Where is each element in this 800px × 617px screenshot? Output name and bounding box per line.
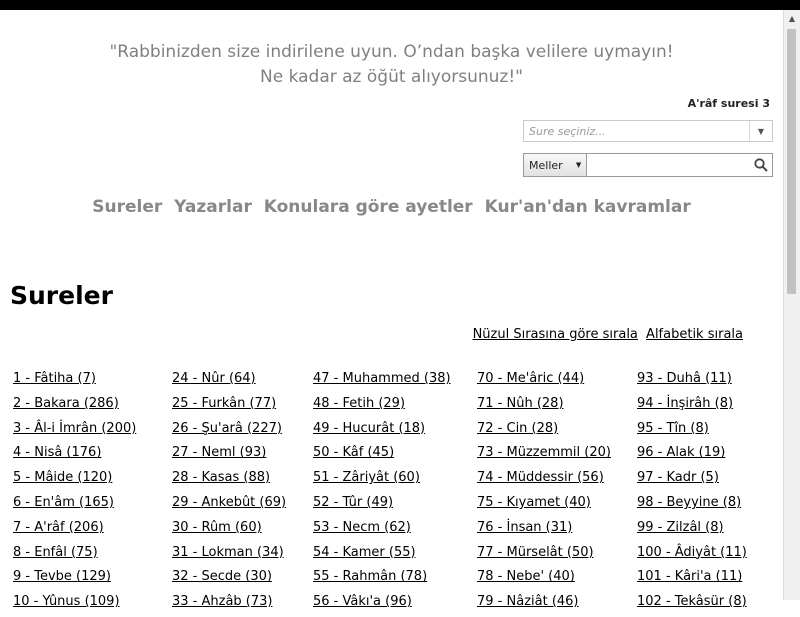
sure-link[interactable]: 52 - Tûr (49) (313, 493, 451, 518)
sure-link[interactable]: 100 - Âdiyât (11) (637, 543, 747, 568)
search-input[interactable] (587, 154, 751, 176)
sure-column-2: 24 - Nûr (64) 25 - Furkân (77) 26 - Şu'a… (172, 369, 286, 617)
sure-link[interactable]: 47 - Muhammed (38) (313, 369, 451, 394)
search-bar: Meller ▼ (523, 153, 773, 177)
sure-link[interactable]: 56 - Vâkı'a (96) (313, 592, 451, 617)
sure-link[interactable]: 48 - Fetih (29) (313, 394, 451, 419)
sure-link[interactable]: 29 - Ankebût (69) (172, 493, 286, 518)
sure-link[interactable]: 28 - Kasas (88) (172, 468, 286, 493)
sure-select-placeholder: Sure seçiniz... (529, 124, 606, 138)
sure-link[interactable]: 96 - Alak (19) (637, 443, 747, 468)
sure-link[interactable]: 97 - Kadr (5) (637, 468, 747, 493)
sure-link[interactable]: 74 - Müddessir (56) (477, 468, 611, 493)
top-bar (0, 0, 800, 10)
sure-link[interactable]: 1 - Fâtiha (7) (13, 369, 136, 394)
sure-link[interactable]: 77 - Mürselât (50) (477, 543, 611, 568)
sort-by-nuzul-link[interactable]: Nüzul Sırasına göre sırala (473, 327, 638, 342)
sure-link[interactable]: 9 - Tevbe (129) (13, 567, 136, 592)
sort-alphabetic-link[interactable]: Alfabetik sırala (646, 327, 743, 342)
sure-link[interactable]: 26 - Şu'arâ (227) (172, 419, 286, 444)
nav-yazarlar[interactable]: Yazarlar (174, 197, 252, 217)
sure-link[interactable]: 3 - Âl-i İmrân (200) (13, 419, 136, 444)
sure-column-4: 70 - Me'âric (44) 71 - Nûh (28) 72 - Cin… (477, 369, 611, 617)
sure-link[interactable]: 31 - Lokman (34) (172, 543, 286, 568)
sure-select-dropdown[interactable]: Sure seçiniz... ▼ (523, 120, 773, 142)
sure-link[interactable]: 24 - Nûr (64) (172, 369, 286, 394)
sure-link[interactable]: 95 - Tîn (8) (637, 419, 747, 444)
verse-quote: "Rabbinizden size indirilene uyun. O’nda… (0, 40, 783, 90)
search-icon (754, 158, 768, 172)
sure-list: 1 - Fâtiha (7) 2 - Bakara (286) 3 - Âl-i… (0, 369, 783, 609)
sure-link[interactable]: 7 - A'râf (206) (13, 518, 136, 543)
sure-link[interactable]: 27 - Neml (93) (172, 443, 286, 468)
sure-link[interactable]: 99 - Zilzâl (8) (637, 518, 747, 543)
sure-link[interactable]: 8 - Enfâl (75) (13, 543, 136, 568)
sure-link[interactable]: 49 - Hucurât (18) (313, 419, 451, 444)
sure-link[interactable]: 5 - Mâide (120) (13, 468, 136, 493)
sure-link[interactable]: 93 - Duhâ (11) (637, 369, 747, 394)
verse-quote-line-2: Ne kadar az öğüt alıyorsunuz!" (260, 67, 523, 87)
sure-link[interactable]: 32 - Secde (30) (172, 567, 286, 592)
sure-link[interactable]: 51 - Zâriyât (60) (313, 468, 451, 493)
sure-link[interactable]: 72 - Cin (28) (477, 419, 611, 444)
nav-konular[interactable]: Konulara göre ayetler (264, 197, 473, 217)
sure-link[interactable]: 53 - Necm (62) (313, 518, 451, 543)
page-title: Sureler (10, 281, 113, 310)
sure-link[interactable]: 102 - Tekâsür (8) (637, 592, 747, 617)
sure-link[interactable]: 55 - Rahmân (78) (313, 567, 451, 592)
nav-sureler[interactable]: Sureler (92, 197, 162, 217)
verse-source[interactable]: A'râf suresi 3 (688, 97, 770, 110)
sure-column-3: 47 - Muhammed (38) 48 - Fetih (29) 49 - … (313, 369, 451, 617)
vertical-scrollbar[interactable]: ▲ (783, 10, 800, 600)
caret-down-icon: ▼ (575, 161, 582, 169)
sure-link[interactable]: 25 - Furkân (77) (172, 394, 286, 419)
sure-link[interactable]: 4 - Nisâ (176) (13, 443, 136, 468)
verse-quote-line-1: "Rabbinizden size indirilene uyun. O’nda… (109, 42, 674, 62)
sure-link[interactable]: 30 - Rûm (60) (172, 518, 286, 543)
scrollbar-thumb[interactable] (787, 29, 796, 294)
search-mode-label: Meller (529, 158, 563, 172)
sure-link[interactable]: 94 - İnşirâh (8) (637, 394, 747, 419)
sure-column-1: 1 - Fâtiha (7) 2 - Bakara (286) 3 - Âl-i… (13, 369, 136, 617)
sure-link[interactable]: 101 - Kâri'a (11) (637, 567, 747, 592)
sure-link[interactable]: 78 - Nebe' (40) (477, 567, 611, 592)
sure-link[interactable]: 54 - Kamer (55) (313, 543, 451, 568)
sure-link[interactable]: 70 - Me'âric (44) (477, 369, 611, 394)
sure-link[interactable]: 98 - Beyyine (8) (637, 493, 747, 518)
sure-link[interactable]: 6 - En'âm (165) (13, 493, 136, 518)
nav-kavramlar[interactable]: Kur'an'dan kavramlar (485, 197, 691, 217)
sure-link[interactable]: 10 - Yûnus (109) (13, 592, 136, 617)
sure-link[interactable]: 2 - Bakara (286) (13, 394, 136, 419)
sure-column-5: 93 - Duhâ (11) 94 - İnşirâh (8) 95 - Tîn… (637, 369, 747, 617)
sort-links: Nüzul Sırasına göre sırala Alfabetik sır… (469, 327, 743, 342)
main-nav: Sureler Yazarlar Konulara göre ayetler K… (0, 197, 783, 217)
sure-link[interactable]: 75 - Kıyamet (40) (477, 493, 611, 518)
scroll-up-arrow-icon[interactable]: ▲ (784, 10, 800, 27)
sure-link[interactable]: 50 - Kâf (45) (313, 443, 451, 468)
sure-link[interactable]: 79 - Nâziât (46) (477, 592, 611, 617)
sure-link[interactable]: 71 - Nûh (28) (477, 394, 611, 419)
chevron-down-icon[interactable]: ▼ (749, 121, 772, 141)
sure-link[interactable]: 33 - Ahzâb (73) (172, 592, 286, 617)
sure-link[interactable]: 73 - Müzzemmil (20) (477, 443, 611, 468)
sure-link[interactable]: 76 - İnsan (31) (477, 518, 611, 543)
search-mode-select[interactable]: Meller ▼ (524, 154, 588, 176)
search-button[interactable] (750, 154, 772, 176)
